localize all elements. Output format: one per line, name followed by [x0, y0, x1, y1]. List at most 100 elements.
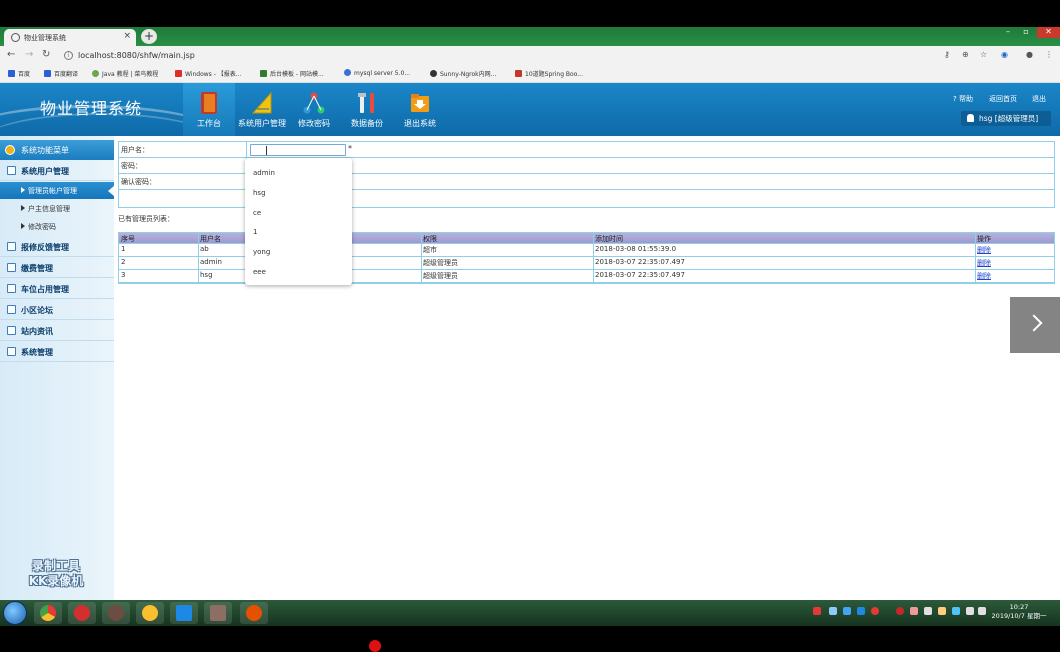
sidebar-item-news[interactable]: 站内资讯	[0, 321, 114, 341]
nav-workbench[interactable]: 工作台	[183, 83, 235, 136]
menu-icon[interactable]: ⋮	[1045, 50, 1053, 59]
app-header: 物业管理系统 工作台 系统用户管理 修改密码 数据备份 退出系统 ? 帮助 返回…	[0, 83, 1060, 136]
taskbar-app[interactable]	[68, 602, 96, 624]
minimize-icon[interactable]: –	[1000, 27, 1016, 38]
recorder-watermark: 录制工具 KK录像机	[28, 559, 84, 588]
extension-icon[interactable]: ◉	[1001, 50, 1008, 59]
menu-icon	[5, 145, 15, 155]
taskbar-app[interactable]	[136, 602, 164, 624]
close-tab-icon[interactable]: ×	[123, 31, 131, 41]
bookmark[interactable]: Sunny-Ngrok内网...	[430, 69, 496, 78]
taskbar-app[interactable]	[204, 602, 232, 624]
key-icon[interactable]: ⚷	[944, 50, 950, 59]
tray-icon[interactable]	[829, 607, 837, 615]
account-icon[interactable]: ●	[1026, 50, 1033, 59]
tray-icon[interactable]	[857, 607, 865, 615]
tray-icon[interactable]	[896, 607, 904, 615]
column-header: 权限	[423, 235, 437, 243]
url-field[interactable]: i localhost:8080/shfw/main.jsp	[60, 49, 940, 63]
info-icon: i	[64, 51, 73, 60]
current-user-label: hsg [超级管理员]	[979, 114, 1039, 123]
close-window-icon[interactable]: ✕	[1037, 27, 1060, 38]
sidebar-item-system-users[interactable]: 系统用户管理	[0, 161, 114, 181]
system-clock[interactable]: 10:27 2019/10/7 星期一	[990, 603, 1048, 621]
autocomplete-option[interactable]: hsg	[245, 183, 352, 201]
reload-icon[interactable]: ↻	[42, 49, 50, 60]
bookmark[interactable]: 百度翻译	[44, 69, 78, 78]
admin-list-title: 已有管理员列表：	[118, 215, 174, 223]
edit-icon	[7, 284, 16, 293]
sidebar-item-forum[interactable]: 小区论坛	[0, 300, 114, 320]
home-link[interactable]: 返回首页	[989, 94, 1017, 104]
sidebar-item-repair-feedback[interactable]: 报修反馈管理	[0, 237, 114, 257]
help-icon: ?	[953, 95, 957, 103]
username-autocomplete: admin hsg ce 1 yong eee	[245, 158, 352, 285]
bookmarks-bar: 百度 百度翻译 Java 教程 | 菜鸟教程 Windows - 【报表... …	[0, 65, 1060, 83]
maximize-icon[interactable]: ▫	[1018, 27, 1034, 38]
new-tab-button[interactable]: +	[141, 29, 157, 44]
browser-tab[interactable]: 物业管理系统 ×	[4, 29, 136, 46]
chrome-icon	[40, 605, 56, 621]
bookmark[interactable]: 百度	[8, 69, 30, 78]
tray-icon[interactable]	[813, 607, 821, 615]
column-divider	[421, 233, 422, 283]
tray-icon[interactable]	[910, 607, 918, 615]
tray-icon[interactable]	[924, 607, 932, 615]
autocomplete-option[interactable]: ce	[245, 203, 352, 221]
tray-icon[interactable]	[871, 607, 879, 615]
forward-icon[interactable]: →	[25, 49, 33, 60]
github-icon	[430, 70, 437, 77]
taskbar-app[interactable]	[102, 602, 130, 624]
sidebar-sub-admin-accounts[interactable]: 管理员帐户管理	[0, 182, 114, 199]
clock-time: 10:27	[1009, 603, 1029, 611]
nav-label: 系统用户管理	[238, 119, 286, 128]
star-icon[interactable]: ☆	[980, 50, 987, 59]
start-button[interactable]	[3, 601, 27, 625]
username-input[interactable]	[250, 144, 346, 156]
tray-icon[interactable]	[843, 607, 851, 615]
tray-icon[interactable]	[952, 607, 960, 615]
delete-link[interactable]: 删除	[977, 245, 991, 255]
nav-exit-system[interactable]: 退出系统	[398, 83, 442, 136]
taskbar-app[interactable]	[170, 602, 198, 624]
bookmark[interactable]: 10道题Spring Boo...	[515, 69, 583, 78]
autocomplete-option[interactable]: yong	[245, 242, 352, 260]
back-icon[interactable]: ←	[7, 49, 15, 60]
player-bar	[0, 626, 1060, 650]
app-icon	[176, 605, 192, 621]
delete-link[interactable]: 删除	[977, 271, 991, 281]
sidebar: 系统功能菜单 系统用户管理 管理员帐户管理 户主信息管理 修改密码 报修反馈管理	[0, 136, 114, 600]
sidebar-item-payments[interactable]: 缴费管理	[0, 258, 114, 278]
tray-icon[interactable]	[938, 607, 946, 615]
taskbar-app-chrome[interactable]	[34, 602, 62, 624]
autocomplete-option[interactable]: eee	[245, 262, 352, 280]
delete-link[interactable]: 删除	[977, 258, 991, 268]
nav-data-backup[interactable]: 数据备份	[345, 83, 389, 136]
chevron-right-icon	[1025, 314, 1043, 332]
username-label: 用户名：	[121, 146, 149, 154]
autocomplete-option[interactable]: 1	[245, 222, 352, 240]
bookmark[interactable]: 后台模板 - 网站模...	[260, 69, 324, 78]
help-link[interactable]: ? 帮助	[953, 94, 973, 104]
sidebar-item-parking[interactable]: 车位占用管理	[0, 279, 114, 299]
next-slide-button[interactable]	[1010, 297, 1060, 353]
sidebar-sub-owner-info[interactable]: 户主信息管理	[0, 200, 114, 217]
confirm-password-label: 确认密码：	[121, 178, 156, 186]
folder-download-icon	[411, 94, 429, 112]
taskbar-app[interactable]	[240, 602, 268, 624]
nav-change-password[interactable]: 修改密码	[292, 83, 336, 136]
volume-icon[interactable]	[978, 607, 986, 615]
autocomplete-option[interactable]: admin	[245, 163, 352, 181]
bookmark[interactable]: Windows - 【报表...	[175, 69, 242, 78]
bookmark[interactable]: mysql server 5.0...	[344, 69, 410, 77]
csdn-icon	[515, 70, 522, 77]
network-icon[interactable]	[966, 607, 974, 615]
sidebar-item-system-admin[interactable]: 系统管理	[0, 342, 114, 362]
nav-system-users[interactable]: 系统用户管理	[236, 83, 288, 136]
screen: 物业管理系统 × + – ▫ ✕ ← → ↻ i localhost:8080/…	[0, 0, 1060, 652]
sidebar-sub-change-password[interactable]: 修改密码	[0, 218, 114, 235]
book-icon	[201, 92, 217, 114]
zoom-icon[interactable]: ⊕	[962, 50, 969, 59]
bookmark[interactable]: Java 教程 | 菜鸟教程	[92, 69, 158, 78]
logout-link[interactable]: 退出	[1032, 94, 1046, 104]
